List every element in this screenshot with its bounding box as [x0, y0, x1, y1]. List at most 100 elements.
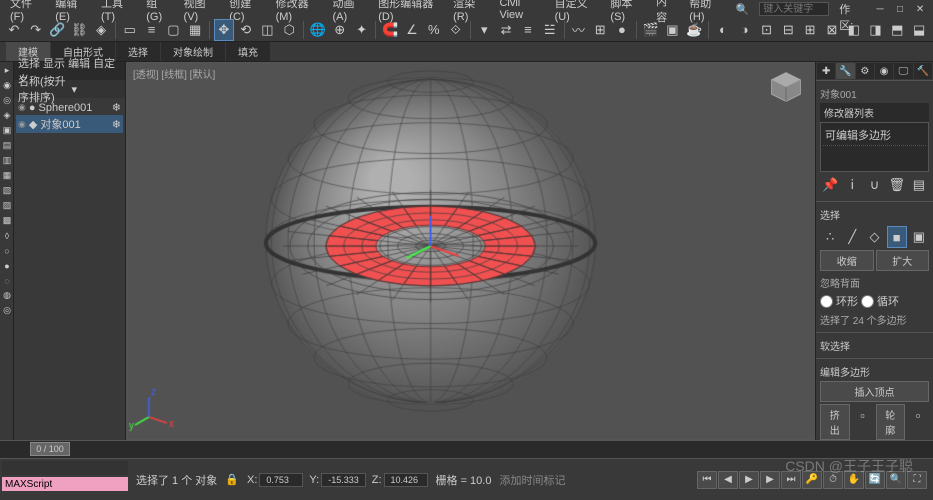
lefticon-9[interactable]: ▧ [1, 184, 13, 197]
stack-pin-icon[interactable]: 📌 [820, 174, 840, 196]
y-input[interactable]: -15.333 [321, 473, 366, 487]
utilities-tab[interactable]: 🔨 [914, 63, 932, 79]
extrude-settings[interactable]: ▫ [852, 404, 874, 426]
create-tab[interactable]: ✚ [817, 63, 835, 79]
material-editor-button[interactable]: ● [612, 19, 632, 41]
outline-settings[interactable]: ▫ [907, 404, 929, 426]
lefticon-5[interactable]: ▣ [1, 124, 13, 137]
link-button[interactable]: 🔗 [48, 19, 68, 41]
modifier-list[interactable]: 修改器列表 [820, 103, 929, 122]
subobj-polygon[interactable]: ■ [887, 226, 907, 248]
manipulate-button[interactable]: ✦ [352, 19, 372, 41]
tool-extra5[interactable]: ⊞ [800, 19, 820, 41]
mirror-button[interactable]: ⇄ [496, 19, 516, 41]
lefticon-6[interactable]: ▤ [1, 139, 13, 152]
tool-extra3[interactable]: ⊡ [757, 19, 777, 41]
tree-item-object[interactable]: ◉ ◆ 对象001 ❄ [16, 115, 123, 133]
tool-extra9[interactable]: ⬒ [887, 19, 907, 41]
lefticon-14[interactable]: ● [1, 259, 13, 272]
window-crossing-button[interactable]: ▦ [185, 19, 205, 41]
tool-extra7[interactable]: ◧ [844, 19, 864, 41]
percent-snap-button[interactable]: % [424, 19, 444, 41]
grow-button[interactable]: 扩大 [876, 250, 930, 271]
time-slider[interactable]: 0 / 100 [30, 442, 70, 456]
lefticon-13[interactable]: ○ [1, 244, 13, 257]
render-setup-button[interactable]: 🎬 [641, 19, 661, 41]
freeze-icon[interactable]: ❄ [112, 101, 121, 114]
named-selection-button[interactable]: ▾ [474, 19, 494, 41]
snap-button[interactable]: 🧲 [380, 19, 400, 41]
tool-extra2[interactable]: ◑ [735, 19, 755, 41]
pivot-button[interactable]: ⊕ [330, 19, 350, 41]
insert-vertex-button[interactable]: 插入顶点 [820, 381, 929, 402]
play-button[interactable]: ▶ [739, 471, 759, 489]
tree-item-sphere[interactable]: ◉ ● Sphere001 ❄ [16, 100, 123, 115]
move-button[interactable]: ✥ [214, 19, 234, 41]
unlink-button[interactable]: ⛓ [69, 19, 89, 41]
subobj-element[interactable]: ▣ [909, 226, 929, 248]
select-name-button[interactable]: ≡ [142, 19, 162, 41]
render-frame-button[interactable]: ▣ [663, 19, 683, 41]
trackbar[interactable] [2, 461, 128, 475]
goto-end-button[interactable]: ⏭ [781, 471, 801, 489]
select-button[interactable]: ▭ [120, 19, 140, 41]
viewport[interactable]: [透视] [线框] [默认] [126, 62, 815, 440]
lefticon-15[interactable]: ◌ [1, 274, 13, 287]
lefticon-2[interactable]: ◉ [1, 79, 13, 92]
refcoord-button[interactable]: 🌐 [308, 19, 328, 41]
angle-snap-button[interactable]: ∠ [402, 19, 422, 41]
z-input[interactable]: 10.426 [384, 473, 428, 487]
display-tab[interactable]: 🖵 [894, 63, 912, 79]
nav-pan-button[interactable]: ✋ [844, 471, 864, 489]
minimize-button[interactable]: ─ [871, 2, 889, 16]
stack-remove-icon[interactable]: 🗑 [887, 174, 907, 196]
scene-tree[interactable]: ◉ ● Sphere001 ❄ ◉ ◆ 对象001 ❄ [14, 98, 125, 440]
select-region-button[interactable]: ▢ [163, 19, 183, 41]
lefticon-4[interactable]: ◈ [1, 109, 13, 122]
subobj-border[interactable]: ◇ [864, 226, 884, 248]
lefticon-7[interactable]: ▥ [1, 154, 13, 167]
modify-tab[interactable]: 🔧 [836, 63, 854, 79]
lefticon-17[interactable]: ◎ [1, 304, 13, 317]
tool-extra6[interactable]: ⊠ [822, 19, 842, 41]
ring-radio[interactable] [820, 295, 833, 308]
key-mode-button[interactable]: 🔑 [802, 471, 822, 489]
lock-icon[interactable]: 🔒 [225, 473, 239, 486]
lefticon-10[interactable]: ▨ [1, 199, 13, 212]
lefticon-11[interactable]: ▩ [1, 214, 13, 227]
curve-editor-button[interactable]: 〰 [568, 19, 588, 41]
addkey-label[interactable]: 添加时间标记 [499, 472, 565, 488]
lefticon-1[interactable]: ▸ [1, 64, 13, 77]
nav-zoom-button[interactable]: 🔍 [886, 471, 906, 489]
nav-max-button[interactable]: ⛶ [907, 471, 927, 489]
visibility-icon[interactable]: ◉ [18, 102, 26, 113]
lefticon-12[interactable]: ◊ [1, 229, 13, 242]
stack-show-icon[interactable]: ⅰ [842, 174, 862, 196]
tool-extra1[interactable]: ◐ [713, 19, 733, 41]
redo-button[interactable]: ↷ [26, 19, 46, 41]
close-button[interactable]: ✕ [911, 2, 929, 16]
tool-extra4[interactable]: ⊟ [778, 19, 798, 41]
stack-config-icon[interactable]: ▤ [909, 174, 929, 196]
modifier-item[interactable]: 可编辑多边形 [823, 125, 926, 146]
motion-tab[interactable]: ◉ [875, 63, 893, 79]
rotate-button[interactable]: ⟲ [236, 19, 256, 41]
outline-button[interactable]: 轮廓 [876, 404, 906, 440]
selection-rollout[interactable]: 选择 [820, 205, 929, 224]
stack-unique-icon[interactable]: ∪ [864, 174, 884, 196]
viewport-label[interactable]: [透视] [线框] [默认] [133, 66, 215, 81]
timeline[interactable]: 0 / 100 [0, 440, 933, 458]
tool-extra10[interactable]: ⬓ [909, 19, 929, 41]
next-frame-button[interactable]: ▶ [760, 471, 780, 489]
scale-button[interactable]: ◫ [258, 19, 278, 41]
modifier-stack[interactable]: 可编辑多边形 [820, 122, 929, 172]
softsel-rollout[interactable]: 软选择 [820, 336, 929, 355]
tool-extra8[interactable]: ◨ [866, 19, 886, 41]
place-button[interactable]: ⬡ [279, 19, 299, 41]
spinner-snap-button[interactable]: ⟐ [446, 19, 466, 41]
lefticon-8[interactable]: ▦ [1, 169, 13, 182]
shrink-button[interactable]: 收缩 [820, 250, 874, 271]
subobj-vertex[interactable]: ∴ [820, 226, 840, 248]
subobj-edge[interactable]: ╱ [842, 226, 862, 248]
schematic-button[interactable]: ⊞ [590, 19, 610, 41]
